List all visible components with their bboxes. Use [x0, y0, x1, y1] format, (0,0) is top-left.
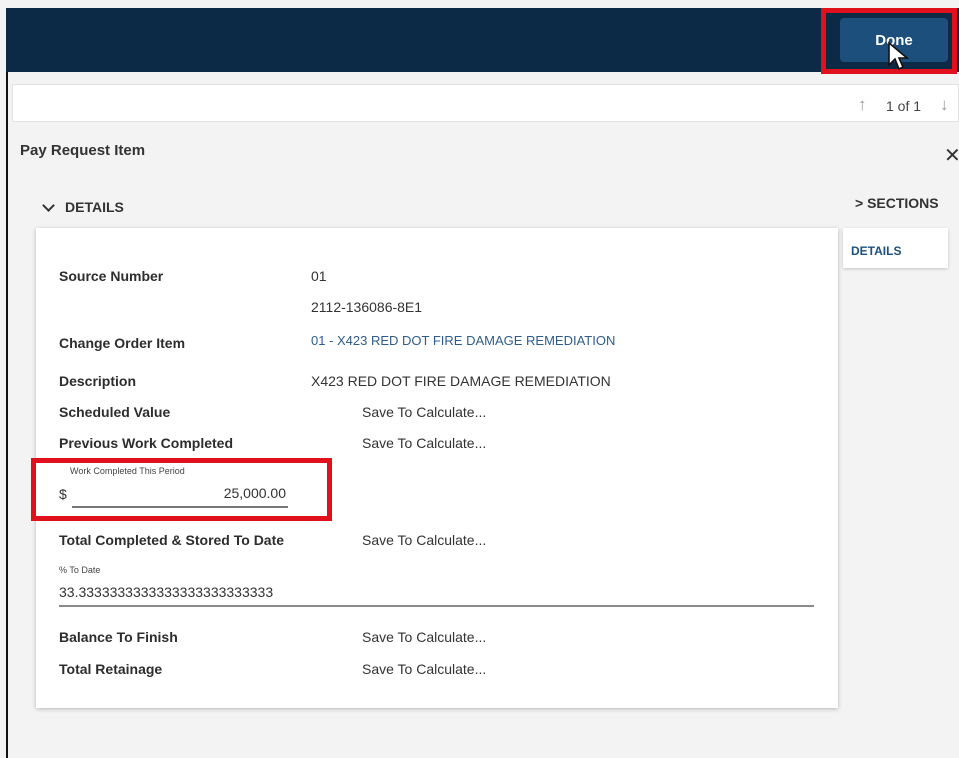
pager-bar: [12, 84, 959, 122]
source-number-value: 01: [311, 268, 327, 284]
change-order-item-link[interactable]: 01 - X423 RED DOT FIRE DAMAGE REMEDIATIO…: [311, 333, 615, 348]
description-label: Description: [59, 373, 137, 389]
pct-to-date-input[interactable]: [59, 579, 814, 607]
arrow-down-icon[interactable]: ↓: [940, 95, 949, 115]
total-retainage-label: Total Retainage: [59, 661, 163, 677]
top-toolbar: [6, 8, 959, 72]
previous-work-label: Previous Work Completed: [59, 435, 234, 451]
panel-title: Pay Request Item: [20, 142, 146, 159]
details-toggle-label: DETAILS: [65, 199, 124, 215]
sections-toggle[interactable]: > SECTIONS: [855, 195, 939, 211]
chevron-down-icon: [42, 198, 55, 212]
change-order-item-label: Change Order Item: [59, 335, 186, 351]
scheduled-value-label: Scheduled Value: [59, 404, 171, 420]
total-retainage-value: Save To Calculate...: [362, 661, 487, 677]
balance-to-finish-value: Save To Calculate...: [362, 629, 487, 645]
window-left-border: [6, 8, 8, 758]
total-completed-value: Save To Calculate...: [362, 532, 487, 548]
total-completed-label: Total Completed & Stored To Date: [59, 532, 285, 548]
close-icon[interactable]: ✕: [944, 143, 959, 168]
sections-nav-item-details[interactable]: DETAILS: [851, 244, 901, 258]
scheduled-value-value: Save To Calculate...: [362, 404, 487, 420]
work-completed-highlight: [31, 458, 332, 521]
pct-to-date-label: % To Date: [59, 565, 101, 575]
arrow-up-icon[interactable]: ↑: [858, 95, 867, 115]
pager-count: 1 of 1: [886, 98, 922, 114]
mouse-pointer-icon: [888, 41, 910, 71]
details-section-toggle[interactable]: DETAILS: [42, 198, 124, 215]
source-number-label: Source Number: [59, 268, 164, 284]
source-number-secondary: 2112-136086-8E1: [311, 299, 423, 315]
description-value: X423 RED DOT FIRE DAMAGE REMEDIATION: [311, 373, 611, 389]
balance-to-finish-label: Balance To Finish: [59, 629, 178, 645]
sections-nav: DETAILS: [843, 228, 948, 268]
previous-work-value: Save To Calculate...: [362, 435, 487, 451]
